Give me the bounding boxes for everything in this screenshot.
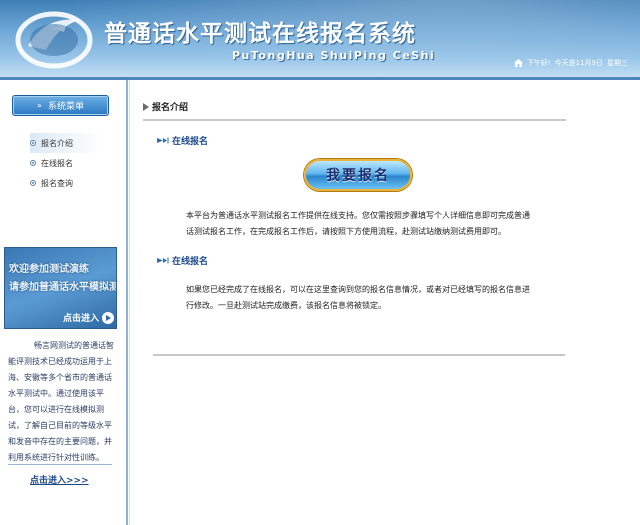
block2-title: 在线报名	[172, 257, 209, 267]
block1-text: 本平台为普通话水平测试报名工作提供在线支持。您仅需按照步骤填写个人详细信息即可完…	[186, 211, 530, 236]
sidebar-item-label: 报名介绍	[41, 138, 73, 148]
greeting-text: 下午好!	[526, 59, 551, 67]
sidebar-item-online-registration[interactable]: 在线报名	[30, 153, 102, 173]
sidebar-nav: 报名介绍 在线报名 报名查询	[30, 133, 102, 193]
page-title-text: 报名介绍	[152, 103, 189, 113]
block1-title: 在线报名	[172, 137, 209, 147]
weekday-text: 星期三	[607, 59, 628, 67]
sidebar-description: 畅言网测试的普通话智能评测技术已经成功运用于上海、安徽等多个省市的普通话水平测试…	[8, 341, 114, 462]
sidebar-more-link[interactable]: 点击进入>>>	[30, 473, 89, 486]
menu-header: » 系统菜单	[12, 95, 109, 116]
arrow-circle-icon	[102, 311, 115, 324]
title-divider	[143, 119, 566, 121]
triangle-right-icon	[143, 102, 149, 111]
site-subtitle: PuTongHua ShuiPing CeShi	[232, 49, 436, 62]
page-title: 报名介绍	[143, 100, 188, 113]
bullet-icon	[30, 180, 36, 186]
sidebar-item-label: 报名查询	[41, 178, 73, 188]
sidebar-item-registration-intro[interactable]: 报名介绍	[30, 133, 102, 153]
sidebar-item-registration-query[interactable]: 报名查询	[30, 173, 102, 193]
promo-line-2: 请参加普通话水平模拟测试	[9, 282, 117, 293]
promo-enter-button[interactable]: 点击进入	[63, 311, 115, 324]
register-button[interactable]: 我要报名	[304, 159, 412, 191]
content-divider	[153, 354, 565, 356]
block2-text: 如果您已经完成了在线报名，可以在这里查询到您的报名信息情况，或者对已经填写的报名…	[186, 285, 530, 310]
date-text: 今天是11月9日	[554, 59, 603, 67]
block2-heading: 在线报名	[157, 254, 208, 267]
promo-line-1: 欢迎参加测试演练	[9, 264, 89, 275]
bullet-icon	[30, 160, 36, 166]
promo-enter-label: 点击进入	[63, 314, 100, 324]
block1-heading: 在线报名	[157, 134, 208, 147]
site-header: 普通话水平测试在线报名系统 PuTongHua ShuiPing CeShi 下…	[0, 0, 640, 80]
bullet-icon	[30, 140, 36, 146]
sidebar-border-inner	[129, 80, 130, 525]
sidebar-item-label: 在线报名	[41, 158, 73, 168]
sidebar-border	[126, 80, 128, 525]
date-bar: 下午好! 今天是11月9日 星期三	[513, 58, 632, 68]
sidebar-divider	[8, 464, 112, 465]
double-chevron-icon: »	[37, 101, 42, 110]
arrow-right-icon	[157, 257, 169, 264]
logo-icon	[15, 11, 93, 69]
home-icon[interactable]	[513, 59, 523, 67]
site-title: 普通话水平测试在线报名系统	[104, 21, 416, 47]
menu-title: 系统菜单	[47, 102, 84, 112]
arrow-right-icon	[157, 137, 169, 144]
promo-banner[interactable]: 欢迎参加测试演练 请参加普通话水平模拟测试 点击进入	[4, 247, 117, 329]
